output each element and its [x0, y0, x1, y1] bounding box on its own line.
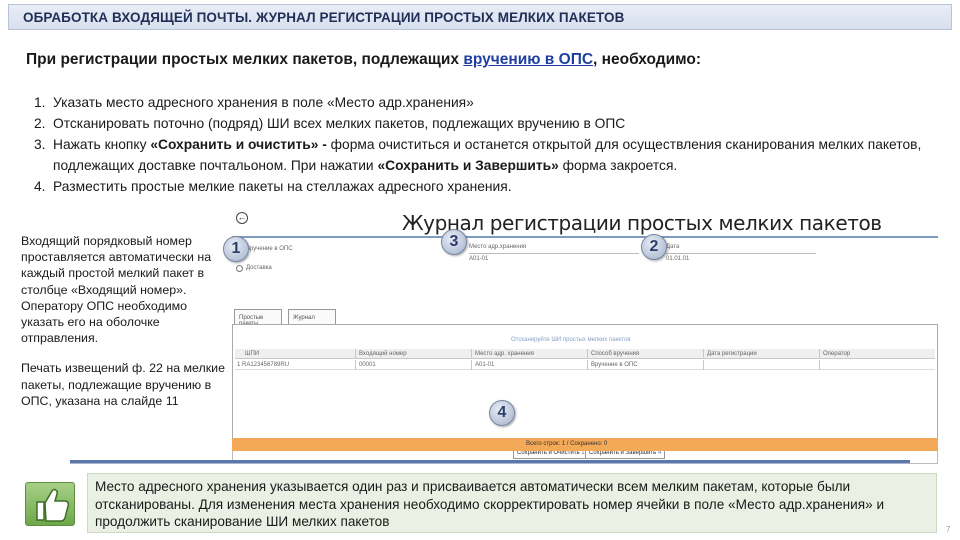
form-frame: Вручение в ОПС Доставка Место адр.хранен…: [232, 236, 938, 464]
tab-journal[interactable]: Журнал: [288, 309, 336, 325]
side-note-incoming-number: Входящий порядковый номер проставляется …: [21, 234, 212, 346]
list-item: 2. Отсканировать поточно (подряд) ШИ все…: [34, 116, 626, 131]
journal-form-screenshot: ← Журнал регистрации простых мелких паке…: [232, 208, 938, 464]
side-note-print: Печать извещений ф. 22 на мелкие пакеты,…: [21, 361, 225, 408]
marker-4: 4: [489, 400, 515, 426]
scan-hint: Отсканируйте ШИ простых мелких пакетов: [511, 337, 631, 343]
intro-heading: При регистрации простых мелких пакетов, …: [26, 51, 702, 68]
slide-title: ОБРАБОТКА ВХОДЯЩЕЙ ПОЧТЫ. ЖУРНАЛ РЕГИСТР…: [23, 10, 625, 25]
list-item: 4. Разместить простые мелкие пакеты на с…: [34, 179, 512, 194]
table-row[interactable]: 1 RA123456789RU 00001 A01-01 Вручение в …: [235, 360, 935, 370]
date-field[interactable]: [666, 253, 816, 254]
storage-value: A01-01: [469, 256, 489, 262]
marker-3: 3: [441, 229, 467, 255]
divider: [70, 460, 910, 464]
info-note: Место адресного хранения указывается оди…: [87, 473, 937, 533]
list-item: 3. Нажать кнопку «Сохранить и очистить» …: [34, 137, 922, 173]
form-title: Журнал регистрации простых мелких пакето…: [402, 211, 882, 235]
header-bar: ОБРАБОТКА ВХОДЯЩЕЙ ПОЧТЫ. ЖУРНАЛ РЕГИСТР…: [8, 4, 952, 30]
intro-underlined: вручению в ОПС: [463, 51, 594, 68]
bold-save-finish: «Сохранить и Завершить»: [377, 158, 559, 173]
radio-delivery-postman[interactable]: [236, 265, 243, 272]
status-text: Всего строк: 1 / Сохранено: 0: [526, 441, 608, 447]
steps-list: 1. Указать место адресного хранения в по…: [34, 92, 944, 197]
thumbs-up-icon: [25, 482, 75, 526]
date-value: 01.01.01: [666, 256, 690, 262]
back-arrow-icon[interactable]: ←: [236, 212, 248, 224]
bold-save-clear: «Сохранить и очистить» -: [150, 137, 327, 152]
tab-simple-packages[interactable]: Простые пакеты: [234, 309, 282, 327]
packages-pane: Отсканируйте ШИ простых мелких пакетов Ш…: [232, 324, 938, 440]
grid-header: ШПИ Входящий номер Место адр. хранения С…: [235, 349, 935, 359]
marker-2: 2: [641, 234, 667, 260]
status-strip: Всего строк: 1 / Сохранено: 0: [232, 438, 938, 451]
storage-field[interactable]: [469, 253, 639, 254]
marker-1: 1: [223, 236, 249, 262]
info-note-text: Место адресного хранения указывается оди…: [95, 479, 885, 529]
page-number: 7: [946, 525, 951, 534]
side-note: Входящий порядковый номер проставляется …: [21, 233, 231, 423]
list-item: 1. Указать место адресного хранения в по…: [34, 95, 474, 110]
